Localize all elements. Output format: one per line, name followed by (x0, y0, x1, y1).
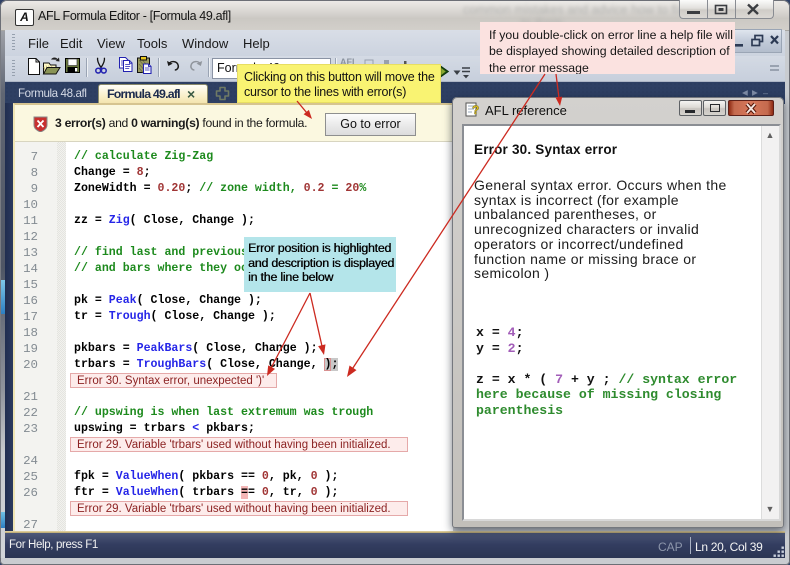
svg-text:?: ? (472, 103, 479, 117)
